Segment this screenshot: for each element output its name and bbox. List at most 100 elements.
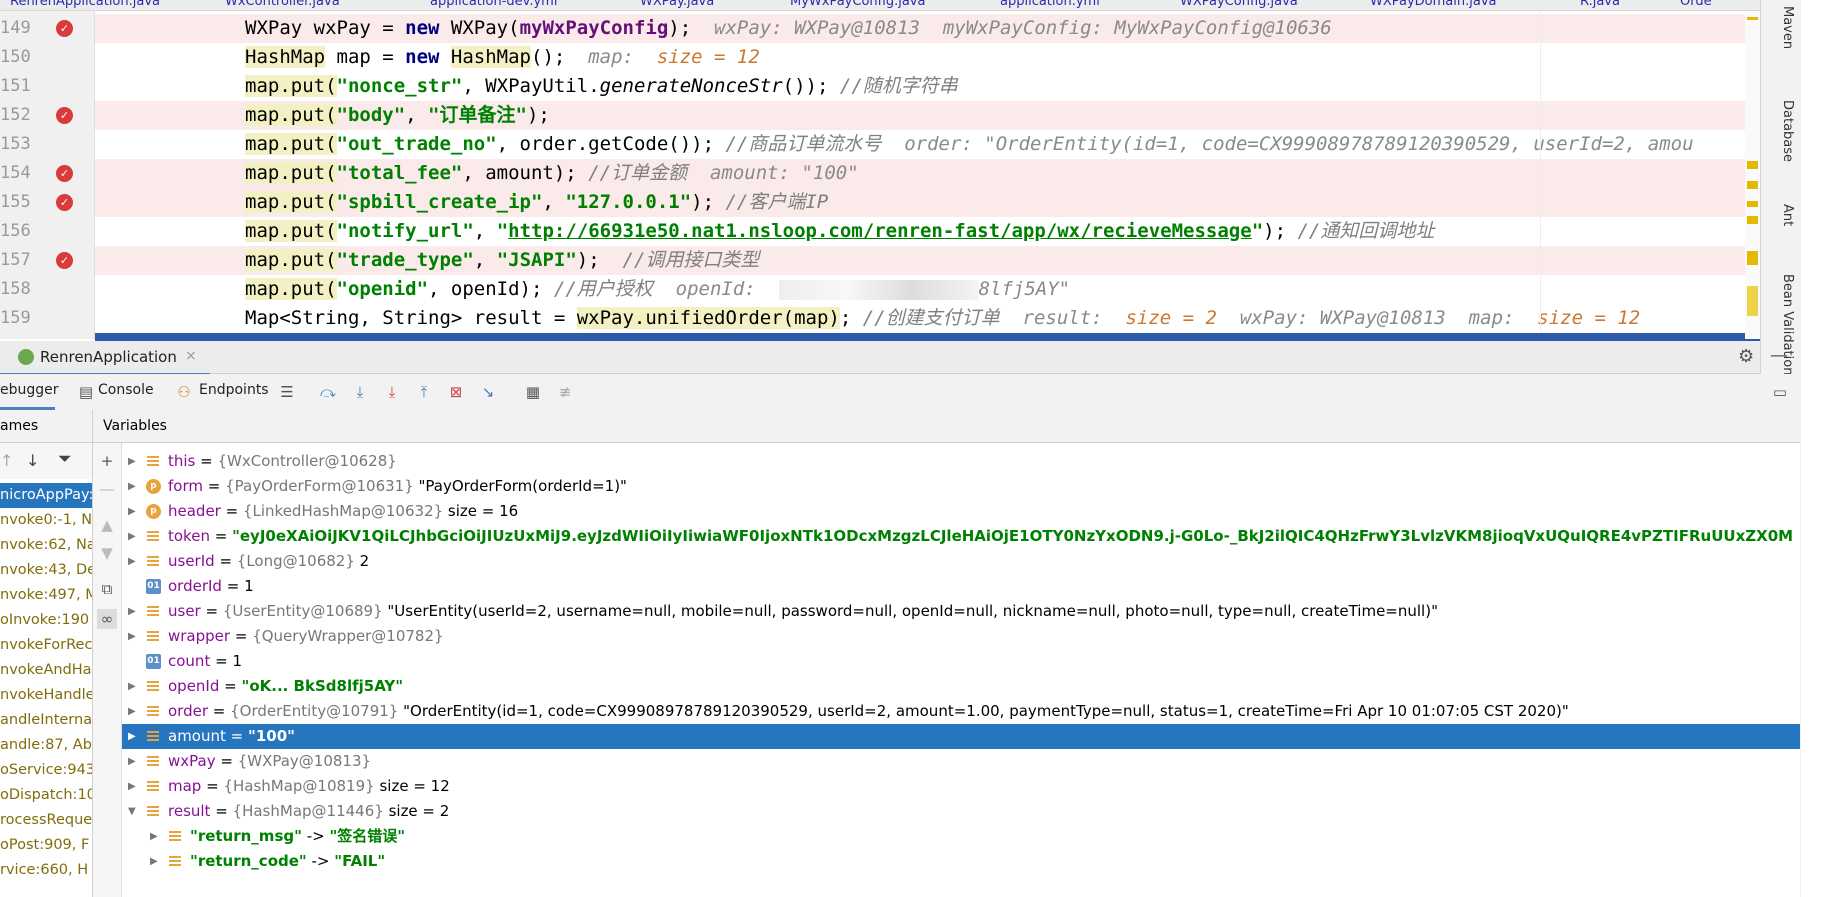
variable-row[interactable]: ▶ amount = "100"	[122, 724, 1800, 749]
expand-arrow-icon[interactable]: ▶	[150, 824, 158, 849]
variable-row[interactable]: ▶ token = "eyJ0eXAiOiJKV1QiLCJhbGciOiJIUz…	[122, 524, 1800, 549]
variable-row[interactable]: ▶ openId = "oK... BkSd8lfj5AY"	[122, 674, 1800, 699]
variable-type: {QueryWrapper@10782}	[252, 627, 444, 645]
gear-icon[interactable]: ⚙	[1738, 346, 1754, 367]
file-tab[interactable]: RenrenApplication.java	[10, 0, 160, 9]
file-tab[interactable]: application.yml	[1000, 0, 1100, 9]
error-stripe[interactable]	[1745, 11, 1760, 339]
database-tool-tab[interactable]: Database	[1780, 100, 1795, 162]
filter-icon[interactable]: ⏷	[58, 449, 72, 469]
frame-item[interactable]: nvokeAndHa	[0, 658, 92, 683]
variable-row[interactable]: ▶ p form = {PayOrderForm@10631} "PayOrderF…	[122, 474, 1800, 499]
arrow-up-icon[interactable]: ↑	[0, 451, 13, 470]
frame-item[interactable]: oInvoke:190	[0, 608, 92, 633]
show-execution-point-icon[interactable]: ⤼	[318, 382, 338, 402]
ant-tool-tab[interactable]: Ant	[1780, 204, 1795, 226]
file-tab[interactable]: application-dev.yml	[430, 0, 557, 9]
expand-arrow-icon[interactable]: ▶	[128, 499, 136, 524]
variable-row[interactable]: 01 orderId = 1	[122, 574, 1800, 599]
file-tab-active[interactable]: WxController.java	[225, 0, 340, 9]
frame-item[interactable]: nvoke:43, De	[0, 558, 92, 583]
expand-arrow-icon[interactable]: ▶	[150, 849, 158, 874]
tab-endpoints[interactable]: Endpoints	[199, 382, 269, 398]
frame-item[interactable]: nvoke0:-1, Na	[0, 508, 92, 533]
expand-arrow-icon[interactable]: ▶	[128, 674, 136, 699]
frame-item[interactable]: andle:87, Ab	[0, 733, 92, 758]
variable-row[interactable]: ▶ wrapper = {QueryWrapper@10782}	[122, 624, 1800, 649]
drop-frame-icon[interactable]: ⊠	[446, 382, 466, 402]
minimize-icon[interactable]: —	[1770, 345, 1788, 366]
expand-arrow-icon[interactable]: ▶	[128, 474, 136, 499]
frame-item[interactable]: nvokeHandle	[0, 683, 92, 708]
remove-watch-icon[interactable]: —	[97, 479, 117, 499]
expand-arrow-icon[interactable]: ▶	[128, 524, 136, 549]
menu-icon[interactable]: ☰	[277, 382, 297, 402]
line-number: 155	[0, 192, 31, 212]
move-up-icon[interactable]: ▲	[97, 515, 117, 535]
variable-type: {WXPay@10813}	[237, 752, 372, 770]
frame-item[interactable]: oService:943	[0, 758, 92, 783]
file-tab[interactable]: MyWxPayConfig.java	[790, 0, 925, 9]
variable-row[interactable]: ▶ this = {WxController@10628}	[122, 449, 1800, 474]
variable-row[interactable]: ▶ user = {UserEntity@10689} "UserEntity(u…	[122, 599, 1800, 624]
variable-row[interactable]: ▶ order = {OrderEntity@10791} "OrderEntit…	[122, 699, 1800, 724]
tab-debugger[interactable]: ebugger	[0, 382, 59, 398]
layout-icon[interactable]: ▭	[1770, 382, 1790, 402]
move-down-icon[interactable]: ▼	[97, 543, 117, 563]
frame-item[interactable]: oDispatch:10	[0, 783, 92, 808]
step-into-icon[interactable]: ⤓	[382, 382, 402, 402]
variable-value: "eyJ0eXAiOiJKV1QiLCJhbGciOiJIUzUxMiJ9.ey…	[232, 527, 1792, 545]
expand-arrow-icon[interactable]: ▶	[128, 774, 136, 799]
breakpoint-icon[interactable]: ✓	[56, 194, 73, 211]
breakpoint-icon[interactable]: ✓	[56, 20, 73, 37]
variable-row[interactable]: ▼ result = {HashMap@11446} size = 2	[122, 799, 1800, 824]
maven-tool-tab[interactable]: Maven	[1780, 6, 1795, 49]
frame-item[interactable]: rocessReque	[0, 808, 92, 833]
frame-item[interactable]: nvokeForRec	[0, 633, 92, 658]
variable-name: userId	[168, 552, 215, 570]
trace-icon[interactable]: ≢	[555, 382, 575, 402]
variable-row[interactable]: ▶ p header = {LinkedHashMap@10632} size = …	[122, 499, 1800, 524]
variable-row[interactable]: ▶ wxPay = {WXPay@10813}	[122, 749, 1800, 774]
add-watch-icon[interactable]: +	[97, 451, 117, 471]
breakpoint-icon[interactable]: ✓	[56, 252, 73, 269]
evaluate-expression-icon[interactable]: ▦	[523, 382, 543, 402]
editor-tab-strip: RenrenApplication.java WxController.java…	[0, 0, 1760, 11]
expand-arrow-icon[interactable]: ▶	[128, 449, 136, 474]
file-tab[interactable]: WXPay.java	[640, 0, 714, 9]
variable-row[interactable]: ▶ "return_msg" -> "签名错误"	[122, 824, 1800, 849]
arrow-down-icon[interactable]: ↓	[26, 451, 39, 470]
file-tab[interactable]: R.java	[1580, 0, 1620, 9]
expand-arrow-icon[interactable]: ▶	[128, 749, 136, 774]
variable-row[interactable]: ▶ userId = {Long@10682} 2	[122, 549, 1800, 574]
expand-arrow-icon[interactable]: ▶	[128, 724, 136, 749]
tab-console[interactable]: Console	[98, 382, 154, 398]
watches-glasses-icon[interactable]: ∞	[97, 609, 117, 629]
variable-row[interactable]: 01 count = 1	[122, 649, 1800, 674]
frame-item[interactable]: nvoke:497, M	[0, 583, 92, 608]
file-tab[interactable]: Orde	[1680, 0, 1712, 9]
copy-icon[interactable]: ⧉	[97, 579, 117, 599]
run-to-cursor-icon[interactable]: ↘	[478, 382, 498, 402]
frame-item[interactable]: andleInterna	[0, 708, 92, 733]
frame-item[interactable]: nvoke:62, Na	[0, 533, 92, 558]
expand-arrow-icon[interactable]: ▶	[128, 599, 136, 624]
step-out-icon[interactable]: ⤒	[414, 382, 434, 402]
file-tab[interactable]: WXPayConfig.java	[1180, 0, 1298, 9]
code-editor[interactable]: WXPay wxPay = new WXPay(myWxPayConfig); …	[95, 11, 1760, 339]
frame-item[interactable]: rvice:660, H	[0, 858, 92, 883]
frame-item[interactable]: nicroAppPay:	[0, 483, 92, 508]
frame-item[interactable]: oPost:909, F	[0, 833, 92, 858]
expand-arrow-icon[interactable]: ▶	[128, 549, 136, 574]
variable-row[interactable]: ▶ "return_code" -> "FAIL"	[122, 849, 1800, 874]
collapse-arrow-icon[interactable]: ▼	[128, 799, 136, 824]
step-over-icon[interactable]: ⤓	[350, 382, 370, 402]
variable-row[interactable]: ▶ map = {HashMap@10819} size = 12	[122, 774, 1800, 799]
line-number: 151	[0, 76, 31, 96]
expand-arrow-icon[interactable]: ▶	[128, 699, 136, 724]
expand-arrow-icon[interactable]: ▶	[128, 624, 136, 649]
breakpoint-icon[interactable]: ✓	[56, 165, 73, 182]
file-tab[interactable]: WXPayDomain.java	[1370, 0, 1497, 9]
breakpoint-icon[interactable]: ✓	[56, 107, 73, 124]
url-link[interactable]: http://66931e50.nat1.nsloop.com/renren-f…	[508, 220, 1252, 242]
